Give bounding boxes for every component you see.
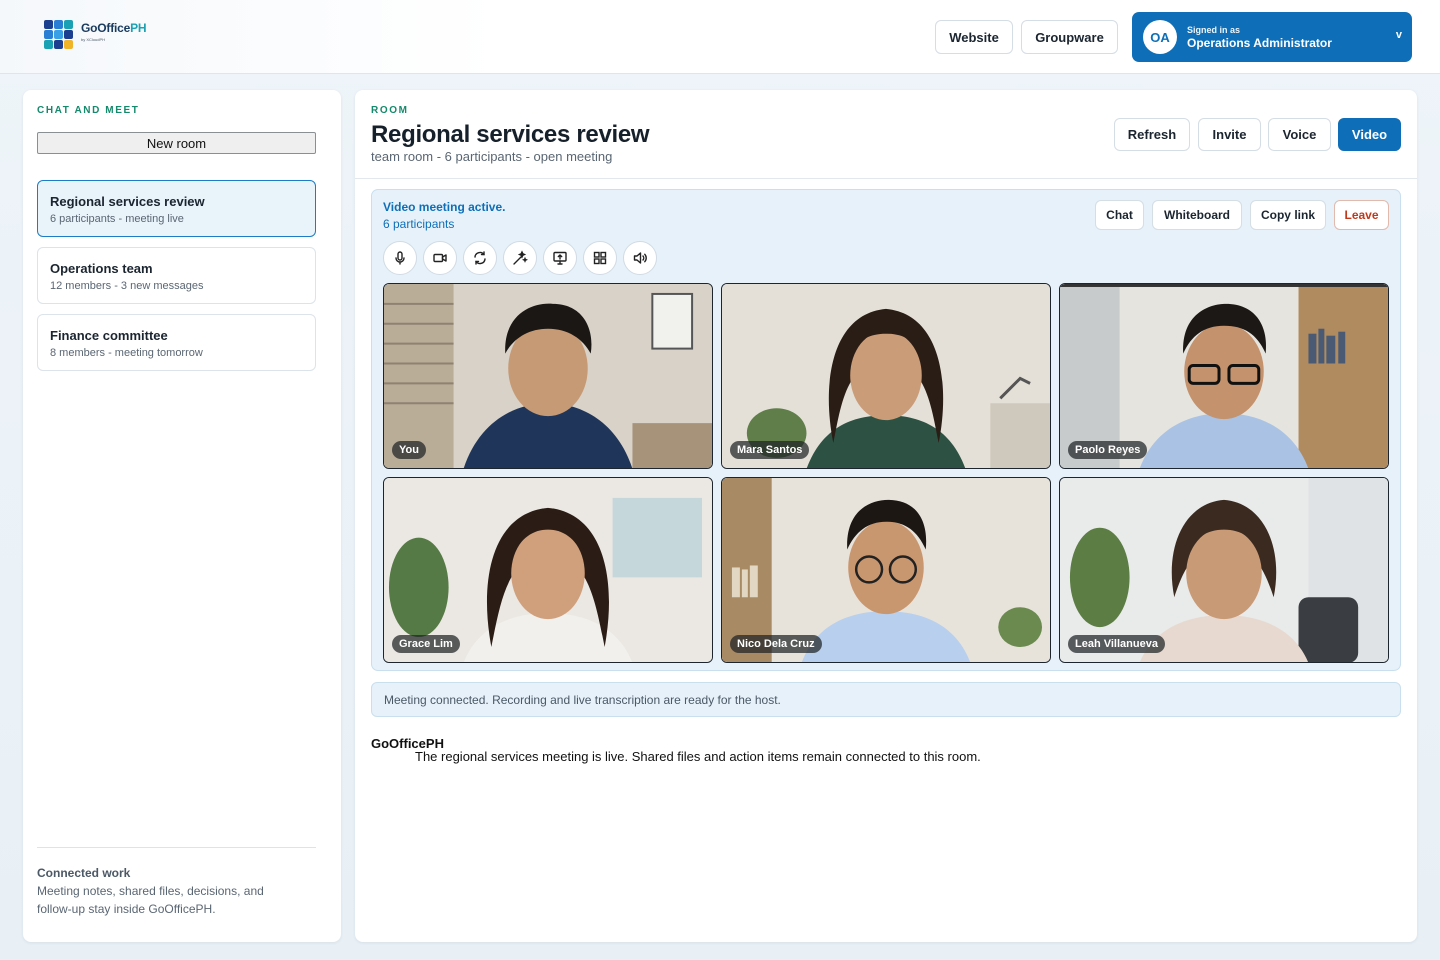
- connected-work-title: Connected work: [37, 866, 131, 880]
- room-item-operations-team[interactable]: Operations team 12 members - 3 new messa…: [37, 247, 316, 304]
- participant-name: You: [392, 441, 426, 459]
- room-meta: 6 participants - meeting live: [50, 213, 184, 225]
- switch-camera-icon: [474, 251, 486, 265]
- page-title: Regional services review: [371, 121, 650, 148]
- switch-camera-button[interactable]: [463, 241, 497, 275]
- user-name: Operations Administrator: [1187, 35, 1332, 50]
- microphone-button[interactable]: [383, 241, 417, 275]
- invite-button[interactable]: Invite: [1198, 118, 1261, 151]
- message-text: The regional services meeting is live. S…: [415, 749, 981, 764]
- sidebar-kicker: CHAT AND MEET: [37, 105, 140, 116]
- effects-button[interactable]: [503, 241, 537, 275]
- room-item-finance-committee[interactable]: Finance committee 8 members - meeting to…: [37, 314, 316, 371]
- room-subtitle: team room - 6 participants - open meetin…: [371, 149, 613, 164]
- room-item-regional-services-review[interactable]: Regional services review 6 participants …: [37, 180, 316, 237]
- room-meta: 8 members - meeting tomorrow: [50, 347, 203, 359]
- copy-link-button[interactable]: Copy link: [1250, 200, 1326, 230]
- video-tile-grace-lim[interactable]: Grace Lim: [383, 477, 713, 663]
- chevron-down-icon: v: [1395, 29, 1402, 41]
- camera-button[interactable]: [423, 241, 457, 275]
- video-tile-leah-villanueva[interactable]: Leah Villanueva: [1059, 477, 1389, 663]
- logo-subtitle: by XCloudPH: [81, 37, 106, 42]
- room-kicker: ROOM: [371, 105, 409, 116]
- avatar: OA: [1143, 20, 1177, 54]
- chat-button[interactable]: Chat: [1095, 200, 1144, 230]
- grid-layout-button[interactable]: [583, 241, 617, 275]
- share-screen-button[interactable]: [543, 241, 577, 275]
- whiteboard-button[interactable]: Whiteboard: [1152, 200, 1242, 230]
- speaker-button[interactable]: [623, 241, 657, 275]
- room-name: Regional services review: [50, 194, 205, 209]
- participant-name: Leah Villanueva: [1068, 635, 1165, 653]
- video-tile-paolo-reyes[interactable]: Paolo Reyes: [1059, 283, 1389, 469]
- groupware-button[interactable]: Groupware: [1021, 20, 1118, 54]
- sidebar: CHAT AND MEET New room Regional services…: [23, 90, 341, 942]
- participant-name: Mara Santos: [730, 441, 810, 459]
- video-tile-you[interactable]: You: [383, 283, 713, 469]
- video-tile-nico-dela-cruz[interactable]: Nico Dela Cruz: [721, 477, 1051, 663]
- video-button[interactable]: Video: [1338, 118, 1401, 151]
- refresh-button[interactable]: Refresh: [1114, 118, 1190, 151]
- speaker-icon: [633, 252, 647, 264]
- grid-layout-icon: [593, 251, 607, 265]
- leave-button[interactable]: Leave: [1334, 200, 1389, 230]
- video-tile-mara-santos[interactable]: Mara Santos: [721, 283, 1051, 469]
- effects-icon: [513, 250, 528, 265]
- website-button[interactable]: Website: [935, 20, 1013, 54]
- connected-work-text: Meeting notes, shared files, decisions, …: [37, 884, 264, 916]
- meeting-status: Video meeting active.: [383, 200, 506, 214]
- new-room-button[interactable]: New room: [37, 132, 316, 154]
- sidebar-divider: [37, 847, 316, 848]
- camera-icon: [433, 253, 447, 263]
- room-panel: ROOM Regional services review team room …: [355, 90, 1417, 942]
- room-name: Operations team: [50, 261, 153, 276]
- participant-video: [384, 284, 712, 468]
- meeting-notice: Meeting connected. Recording and live tr…: [371, 682, 1401, 717]
- user-menu-button[interactable]: OA Signed in as Operations Administrator…: [1132, 12, 1412, 62]
- room-name: Finance committee: [50, 328, 168, 343]
- room-meta: 12 members - 3 new messages: [50, 280, 204, 292]
- microphone-icon: [395, 251, 405, 265]
- participant-name: Grace Lim: [392, 635, 460, 653]
- logo-title: GoOfficePH: [81, 21, 147, 35]
- participant-name: Nico Dela Cruz: [730, 635, 822, 653]
- goofficeph-logo[interactable]: GoOfficePH by XCloudPH: [44, 20, 147, 53]
- participant-name: Paolo Reyes: [1068, 441, 1148, 459]
- share-screen-icon: [553, 251, 567, 265]
- video-meeting-panel: Video meeting active. 6 participants Cha…: [371, 189, 1401, 671]
- voice-button[interactable]: Voice: [1268, 118, 1331, 151]
- participant-count: 6 participants: [383, 217, 455, 231]
- signed-in-label: Signed in as: [1187, 24, 1241, 35]
- header-divider: [355, 178, 1417, 179]
- logo-mark-icon: [44, 20, 75, 53]
- top-bar: GoOfficePH by XCloudPH Website Groupware…: [0, 0, 1440, 74]
